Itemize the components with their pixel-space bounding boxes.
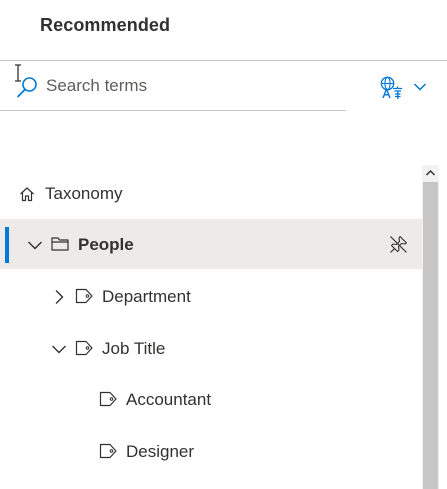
tree-item-accountant[interactable]: Accountant (0, 374, 422, 424)
search-input[interactable] (46, 74, 336, 98)
tree-item-department[interactable]: Department (0, 271, 422, 321)
chevron-down-icon (413, 83, 427, 91)
tree-item-job-title[interactable]: Job Title (0, 323, 422, 373)
selection-indicator (5, 227, 9, 263)
scroll-up-arrow-icon[interactable] (422, 165, 439, 181)
tag-icon (75, 288, 93, 304)
vertical-scrollbar[interactable] (422, 165, 439, 489)
home-icon (20, 187, 34, 202)
tree-item-designer[interactable]: Designer (0, 426, 422, 476)
panel-title: Recommended (40, 15, 171, 35)
pin-off-icon[interactable] (389, 235, 408, 254)
chevron-down-icon[interactable] (51, 343, 67, 355)
search-icon (17, 77, 37, 98)
scrollbar-thumb[interactable] (423, 182, 438, 489)
tag-icon (99, 443, 117, 459)
search-row (0, 62, 447, 112)
translate-icon (380, 76, 402, 99)
tree-item-taxonomy[interactable]: Taxonomy (0, 169, 422, 219)
panel-header: Recommended (0, 0, 447, 61)
tree-label-taxonomy: Taxonomy (45, 184, 123, 203)
tree-item-people[interactable]: People (0, 219, 422, 269)
tree-label-people: People (78, 235, 134, 254)
term-store-panel: Recommended Search terms Taxonomy People… (0, 0, 447, 489)
chevron-right-icon[interactable] (53, 289, 65, 305)
tree-label-job-title: Job Title (102, 339, 166, 358)
tree-label-department: Department (102, 287, 191, 306)
tag-icon (99, 391, 117, 407)
folder-icon (51, 237, 69, 251)
tree-label-designer: Designer (126, 442, 195, 461)
chevron-down-icon[interactable] (27, 239, 43, 251)
tree-label-accountant: Accountant (126, 390, 212, 409)
tag-icon (75, 340, 93, 356)
search-box[interactable] (0, 62, 346, 111)
language-selector[interactable] (380, 76, 432, 100)
term-tree: Taxonomy People Department Job Title Acc… (0, 165, 422, 489)
